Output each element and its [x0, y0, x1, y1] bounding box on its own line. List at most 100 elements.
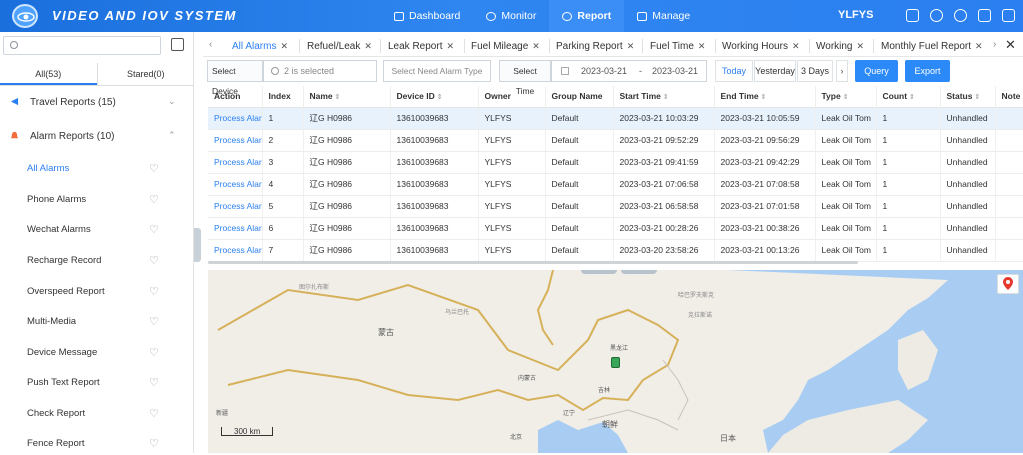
column-header[interactable]: Name ⇕	[303, 86, 391, 108]
process-alarm-cell[interactable]: Process Alarm	[208, 107, 263, 130]
export-button[interactable]: Export	[905, 60, 950, 82]
heart-icon[interactable]: ♡	[149, 376, 159, 389]
column-header[interactable]: End Time ⇕	[714, 86, 816, 108]
sidebar-item-multi-media[interactable]: Multi-Media ♡	[0, 313, 194, 333]
process-alarm-cell[interactable]: Process Alarm	[208, 129, 263, 152]
heart-icon[interactable]: ♡	[149, 346, 159, 359]
sidebar-item-wechat-alarms[interactable]: Wechat Alarms ♡	[0, 221, 194, 241]
heart-icon[interactable]: ♡	[149, 407, 159, 420]
nav-report[interactable]: Report	[549, 0, 625, 32]
tab-working-hours[interactable]: Working Hours ✕	[722, 35, 800, 57]
tab-all-alarms[interactable]: All Alarms ✕	[232, 35, 288, 57]
process-alarm-cell[interactable]: Process Alarm	[208, 195, 263, 218]
sidebar-item-push-text-report[interactable]: Push Text Report ♡	[0, 374, 194, 394]
close-icon[interactable]: ✕	[532, 41, 540, 51]
close-icon[interactable]: ✕	[627, 41, 635, 51]
close-icon[interactable]: ✕	[364, 41, 372, 51]
fullscreen-icon[interactable]	[978, 9, 991, 22]
nav-dashboard[interactable]: Dashboard	[381, 0, 473, 32]
table-row[interactable]: Process Alarm3辽G H098613610039683YLFYSDe…	[208, 151, 1023, 174]
horizontal-scrollbar[interactable]	[208, 261, 858, 264]
sort-icon[interactable]: ⇕	[437, 94, 443, 101]
column-header[interactable]: Start Time ⇕	[613, 86, 715, 108]
close-icon[interactable]: ✕	[975, 41, 983, 51]
sort-icon[interactable]: ⇕	[974, 94, 980, 101]
column-header[interactable]: Type ⇕	[815, 86, 877, 108]
sort-icon[interactable]: ⇕	[761, 94, 767, 101]
heart-icon[interactable]: ♡	[149, 193, 159, 206]
process-alarm-link[interactable]: Process Alarm	[214, 157, 261, 167]
today-button[interactable]: Today	[715, 60, 753, 82]
heart-icon[interactable]: ♡	[149, 254, 159, 267]
heart-icon[interactable]: ♡	[149, 223, 159, 236]
process-alarm-cell[interactable]: Process Alarm	[208, 217, 263, 240]
sidebar-item-check-report[interactable]: Check Report ♡	[0, 405, 194, 425]
yesterday-button[interactable]: Yesterday	[754, 60, 796, 82]
process-alarm-cell[interactable]: Process Alarm	[208, 173, 263, 196]
close-icon[interactable]: ✕	[792, 41, 800, 51]
device-select-input[interactable]: 2 is selected	[263, 60, 377, 82]
user-name[interactable]: YLFYS	[838, 9, 873, 21]
process-alarm-link[interactable]: Process Alarm	[214, 223, 261, 233]
sidebar-item-all-alarms[interactable]: All Alarms ♡	[0, 160, 194, 180]
heart-icon[interactable]: ♡	[149, 285, 159, 298]
tab-leak-report[interactable]: Leak Report ✕	[388, 35, 454, 57]
map-drag-handle[interactable]	[621, 270, 657, 274]
process-alarm-cell[interactable]: Process Alarm	[208, 151, 263, 174]
nav-monitor[interactable]: Monitor	[473, 0, 549, 32]
settings-icon[interactable]	[930, 9, 943, 22]
tab-fuel-time[interactable]: Fuel Time ✕	[650, 35, 705, 57]
logout-icon[interactable]	[1002, 9, 1015, 22]
tab-all[interactable]: All(53)	[0, 63, 97, 85]
close-icon[interactable]: ✕	[446, 41, 454, 51]
tab-refuel-leak[interactable]: Refuel/Leak ✕	[307, 35, 372, 57]
table-row[interactable]: Process Alarm4辽G H098613610039683YLFYSDe…	[208, 173, 1023, 196]
process-alarm-link[interactable]: Process Alarm	[214, 135, 261, 145]
sidebar-item-overspeed-report[interactable]: Overspeed Report ♡	[0, 283, 194, 303]
location-pin-button[interactable]	[997, 274, 1019, 294]
sort-icon[interactable]: ⇕	[909, 94, 915, 101]
table-row[interactable]: Process Alarm1辽G H098613610039683YLFYSDe…	[208, 107, 1023, 130]
chevron-right-icon[interactable]: ›	[993, 39, 996, 50]
table-row[interactable]: Process Alarm2辽G H098613610039683YLFYSDe…	[208, 129, 1023, 152]
close-all-icon[interactable]: ✕	[1005, 37, 1016, 53]
three-days-button[interactable]: 3 Days	[797, 60, 833, 82]
group-travel-reports[interactable]: Travel Reports (15) ⌄	[0, 92, 194, 114]
column-header[interactable]: Count ⇕	[876, 86, 941, 108]
column-header[interactable]: Device ID ⇕	[390, 86, 479, 108]
close-icon[interactable]: ✕	[280, 41, 288, 51]
sidebar-item-phone-alarms[interactable]: Phone Alarms ♡	[0, 191, 194, 211]
group-alarm-reports[interactable]: Alarm Reports (10) ⌃	[0, 126, 194, 148]
tab-parking-report[interactable]: Parking Report ✕	[556, 35, 634, 57]
headset-icon[interactable]	[954, 9, 967, 22]
sort-icon[interactable]: ⇕	[663, 94, 669, 101]
process-alarm-link[interactable]: Process Alarm	[214, 245, 261, 255]
heart-icon[interactable]: ♡	[149, 162, 159, 175]
sort-icon[interactable]: ⇕	[335, 94, 341, 101]
tab-stared[interactable]: Stared(0)	[96, 63, 195, 85]
tab-monthly-fuel-report[interactable]: Monthly Fuel Report ✕	[881, 35, 983, 57]
sidebar-collapse-handle[interactable]	[194, 228, 201, 262]
tab-fuel-mileage[interactable]: Fuel Mileage ✕	[471, 35, 540, 57]
heart-icon[interactable]: ♡	[149, 315, 159, 328]
sort-icon[interactable]: ⇕	[843, 94, 849, 101]
vehicle-marker[interactable]	[611, 357, 620, 368]
table-row[interactable]: Process Alarm6辽G H098613610039683YLFYSDe…	[208, 217, 1023, 240]
query-button[interactable]: Query	[855, 60, 898, 82]
close-icon[interactable]: ✕	[857, 41, 865, 51]
column-header[interactable]: Status ⇕	[940, 86, 996, 108]
nav-manage[interactable]: Manage	[624, 0, 703, 32]
sidebar-item-recharge-record[interactable]: Recharge Record ♡	[0, 252, 194, 272]
table-row[interactable]: Process Alarm7辽G H098613610039683YLFYSDe…	[208, 239, 1023, 262]
process-alarm-link[interactable]: Process Alarm	[214, 179, 261, 189]
date-range-input[interactable]: 2023-03-21 - 2023-03-21	[551, 60, 707, 82]
process-alarm-link[interactable]: Process Alarm	[214, 201, 261, 211]
message-icon[interactable]	[906, 9, 919, 22]
process-alarm-link[interactable]: Process Alarm	[214, 113, 261, 123]
sidebar-item-fence-report[interactable]: Fence Report ♡	[0, 435, 194, 455]
map-view[interactable]: 蒙古 黑龙江 吉林 内蒙古 辽宁 朝鲜 日本 新疆 北京 图尔扎布斯 哈巴罗夫斯…	[208, 270, 1023, 453]
table-row[interactable]: Process Alarm5辽G H098613610039683YLFYSDe…	[208, 195, 1023, 218]
close-icon[interactable]: ✕	[698, 41, 706, 51]
map-drag-handle[interactable]	[581, 270, 617, 274]
sidebar-search-input[interactable]	[3, 36, 161, 55]
